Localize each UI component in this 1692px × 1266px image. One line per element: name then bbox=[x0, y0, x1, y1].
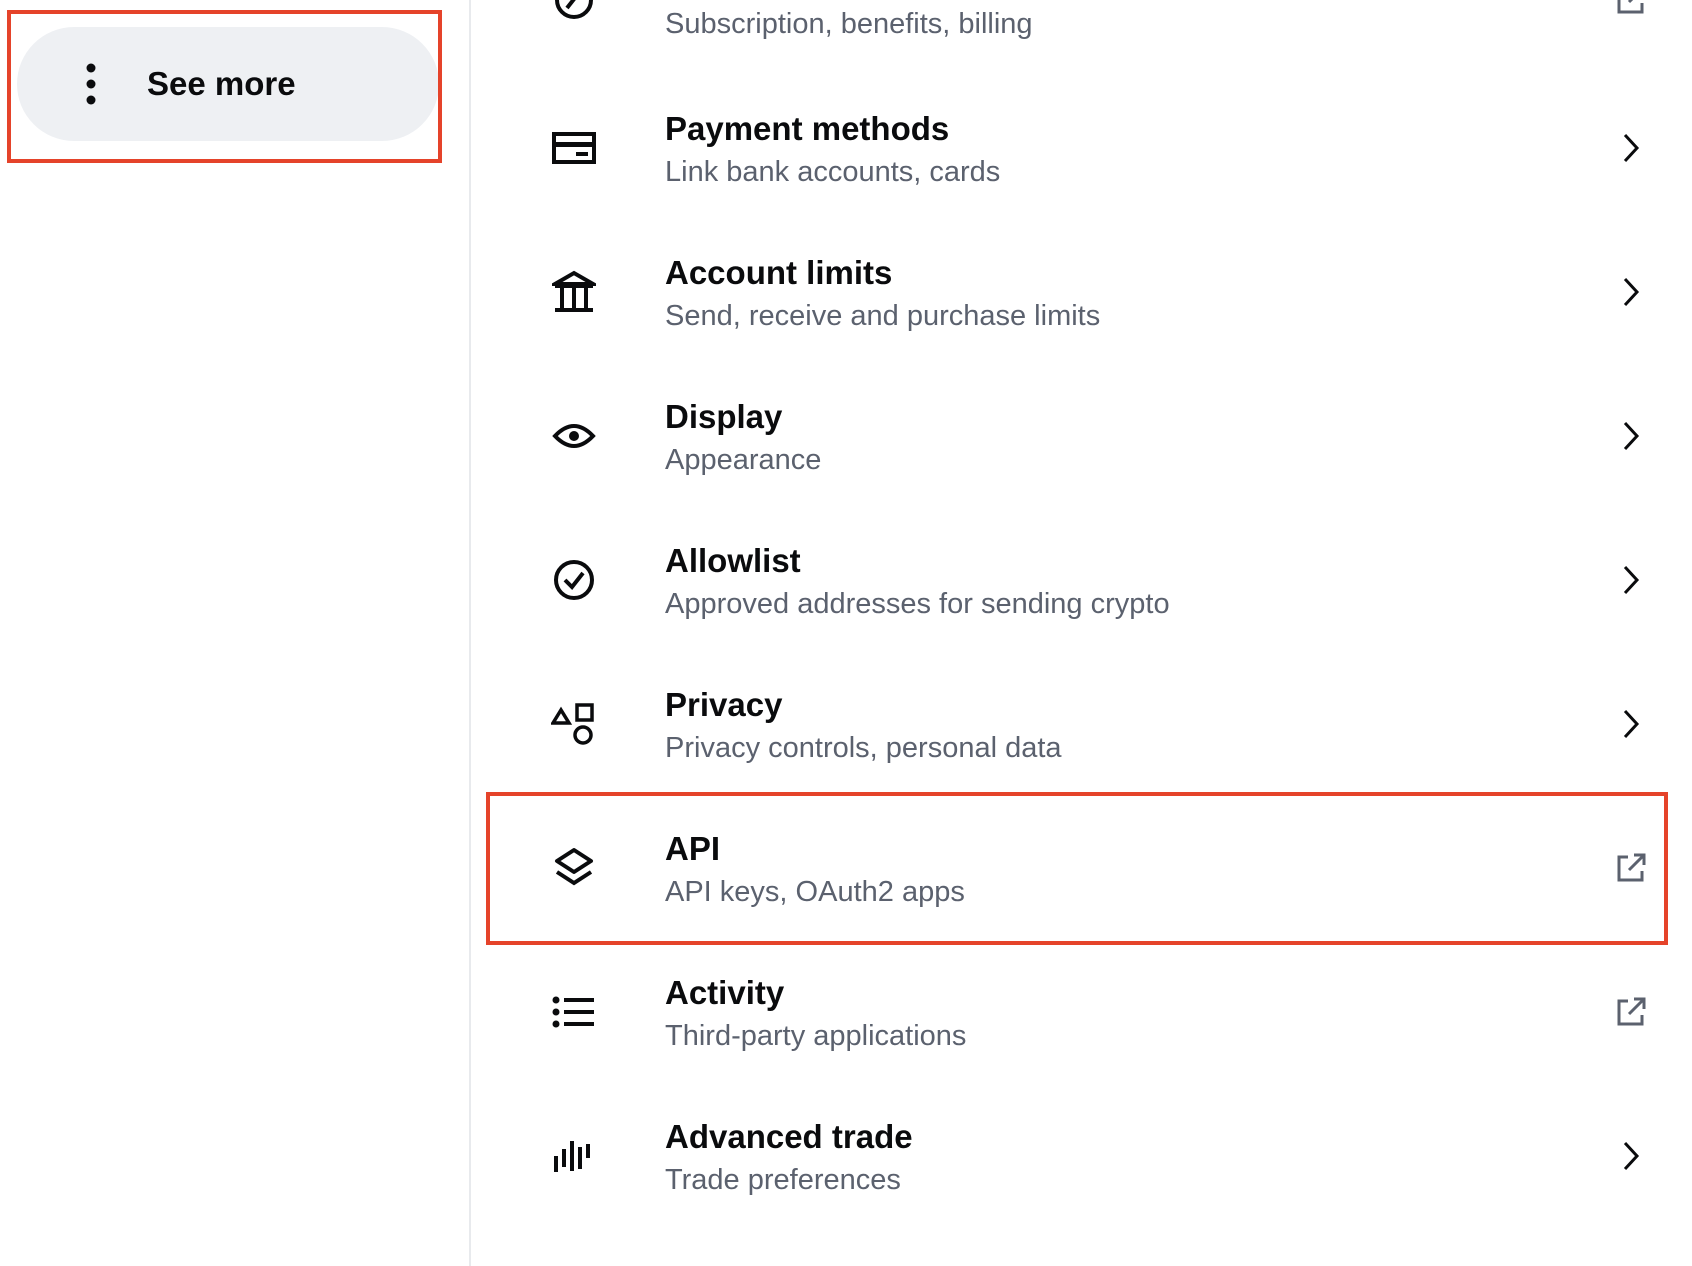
settings-row-subtitle: API keys, OAuth2 apps bbox=[665, 876, 965, 908]
settings-row-display[interactable]: Display Appearance bbox=[473, 364, 1692, 508]
settings-row-title: Display bbox=[665, 398, 783, 435]
settings-row-payment-methods[interactable]: Payment methods Link bank accounts, card… bbox=[473, 76, 1692, 220]
settings-row-api[interactable]: API API keys, OAuth2 apps bbox=[473, 796, 1692, 940]
external-link-icon bbox=[1607, 0, 1655, 24]
settings-row-account-limits[interactable]: Account limits Send, receive and purchas… bbox=[473, 220, 1692, 364]
settings-row-title: Advanced trade bbox=[665, 1118, 913, 1155]
settings-row-allowlist[interactable]: Allowlist Approved addresses for sending… bbox=[473, 508, 1692, 652]
settings-row-subtitle: Link bank accounts, cards bbox=[665, 156, 1001, 188]
see-more-label: See more bbox=[147, 65, 296, 102]
settings-row-subtitle: Appearance bbox=[665, 444, 822, 476]
trade-bars-icon bbox=[550, 1132, 598, 1180]
shapes-icon bbox=[550, 700, 598, 748]
chevron-right-icon bbox=[1607, 124, 1655, 172]
settings-row-subtitle: Approved addresses for sending crypto bbox=[665, 588, 1170, 620]
settings-row-title: API bbox=[665, 830, 721, 867]
subscription-icon bbox=[550, 0, 598, 24]
chevron-right-icon bbox=[1607, 412, 1655, 460]
chevron-right-icon bbox=[1607, 556, 1655, 604]
settings-row-subtitle: Send, receive and purchase limits bbox=[665, 300, 1101, 332]
settings-row-title: Payment methods bbox=[665, 110, 950, 147]
settings-row-activity[interactable]: Activity Third-party applications bbox=[473, 940, 1692, 1084]
layers-icon bbox=[550, 844, 598, 892]
settings-row-subtitle: Trade preferences bbox=[665, 1164, 901, 1196]
settings-row-title: Activity bbox=[665, 974, 785, 1011]
chevron-right-icon bbox=[1607, 700, 1655, 748]
vertical-dots-icon bbox=[67, 60, 115, 108]
external-link-icon bbox=[1607, 988, 1655, 1036]
settings-row-subtitle: Third-party applications bbox=[665, 1020, 967, 1052]
check-circle-icon bbox=[550, 556, 598, 604]
eye-icon bbox=[550, 412, 598, 460]
settings-row-title: Account limits bbox=[665, 254, 893, 291]
settings-list: Subscription, benefits, billing Payment … bbox=[473, 0, 1692, 1266]
see-more-button[interactable]: See more bbox=[17, 27, 439, 141]
settings-row-subtitle: Privacy controls, personal data bbox=[665, 732, 1062, 764]
card-icon bbox=[550, 124, 598, 172]
settings-row-title: Privacy bbox=[665, 686, 783, 723]
chevron-right-icon bbox=[1607, 268, 1655, 316]
chevron-right-icon bbox=[1607, 1132, 1655, 1180]
sidebar: See more bbox=[0, 0, 471, 1266]
settings-row-advanced-trade[interactable]: Advanced trade Trade preferences bbox=[473, 1084, 1692, 1228]
bank-icon bbox=[550, 268, 598, 316]
settings-row-subtitle: Subscription, benefits, billing bbox=[665, 8, 1033, 40]
list-icon bbox=[550, 988, 598, 1036]
settings-row-title: Allowlist bbox=[665, 542, 801, 579]
settings-row-privacy[interactable]: Privacy Privacy controls, personal data bbox=[473, 652, 1692, 796]
settings-row-subscription[interactable]: Subscription, benefits, billing bbox=[473, 0, 1692, 72]
external-link-icon bbox=[1607, 844, 1655, 892]
